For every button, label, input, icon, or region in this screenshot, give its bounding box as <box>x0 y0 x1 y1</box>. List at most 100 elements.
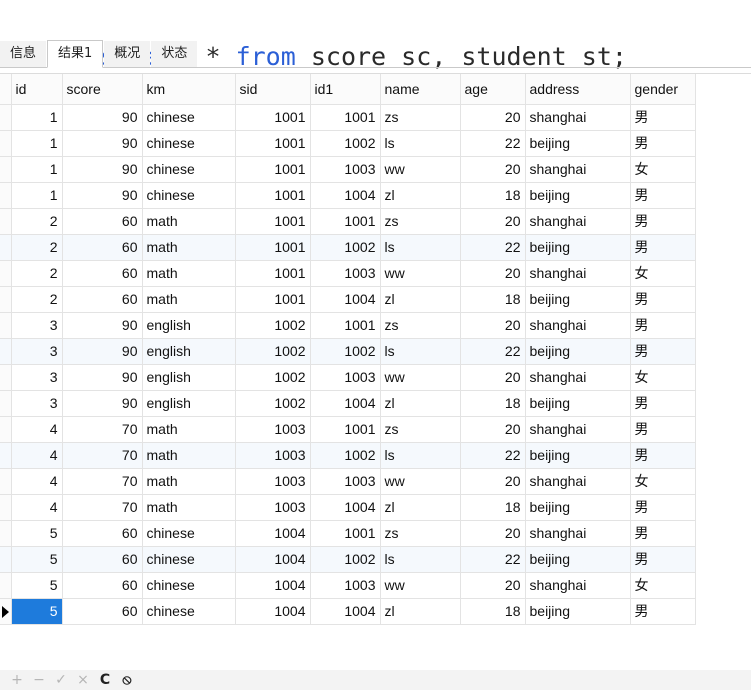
cell-km[interactable]: chinese <box>142 130 236 157</box>
cell-address[interactable]: beijing <box>525 286 631 313</box>
row-selector[interactable] <box>0 208 12 235</box>
cell-km[interactable]: math <box>142 260 236 287</box>
cell-name[interactable]: ww <box>380 260 461 287</box>
cell-id[interactable]: 1 <box>11 130 63 157</box>
stop-icon[interactable]: ⦸ <box>116 670 138 690</box>
cell-sid[interactable]: 1001 <box>235 286 311 313</box>
cell-address[interactable]: beijing <box>525 338 631 365</box>
result-grid[interactable]: id score km sid id1 name age address gender 1 90 c… <box>0 73 751 657</box>
cell-name[interactable]: zs <box>380 208 461 235</box>
cell-sid[interactable]: 1003 <box>235 468 311 495</box>
cell-name[interactable]: zs <box>380 520 461 547</box>
cell-km[interactable]: chinese <box>142 572 236 599</box>
cell-address[interactable]: shanghai <box>525 416 631 443</box>
cell-score[interactable]: 90 <box>62 312 143 339</box>
cell-id1[interactable]: 1002 <box>310 442 381 469</box>
row-selector[interactable] <box>0 390 12 417</box>
cell-id1[interactable]: 1001 <box>310 104 381 131</box>
cell-address[interactable]: shanghai <box>525 520 631 547</box>
cell-address[interactable]: shanghai <box>525 364 631 391</box>
row-selector[interactable] <box>0 364 12 391</box>
cell-age[interactable]: 18 <box>460 390 526 417</box>
table-row[interactable]: 3 90 english 1002 1001 zs 20 shanghai 男 <box>0 312 696 339</box>
column-header-score[interactable]: score <box>62 74 143 105</box>
cell-id1[interactable]: 1002 <box>310 546 381 573</box>
cell-name[interactable]: ww <box>380 364 461 391</box>
row-selector[interactable] <box>0 104 12 131</box>
cell-id[interactable]: 2 <box>11 234 63 261</box>
cell-sid[interactable]: 1002 <box>235 364 311 391</box>
cell-age[interactable]: 20 <box>460 572 526 599</box>
cell-id[interactable]: 2 <box>11 260 63 287</box>
cell-score[interactable]: 90 <box>62 130 143 157</box>
cell-name[interactable]: zs <box>380 416 461 443</box>
cell-score[interactable]: 70 <box>62 494 143 521</box>
cell-name[interactable]: zl <box>380 286 461 313</box>
cell-km[interactable]: math <box>142 494 236 521</box>
cell-gender[interactable]: 男 <box>630 286 696 313</box>
row-selector[interactable] <box>0 286 12 313</box>
cell-age[interactable]: 20 <box>460 520 526 547</box>
cell-id[interactable]: 5 <box>11 546 63 573</box>
cell-sid[interactable]: 1003 <box>235 442 311 469</box>
cell-id[interactable]: 4 <box>11 442 63 469</box>
table-row[interactable]: 5 60 chinese 1004 1001 zs 20 shanghai 男 <box>0 520 696 547</box>
cell-id[interactable]: 4 <box>11 468 63 495</box>
table-row[interactable]: 4 70 math 1003 1004 zl 18 beijing 男 <box>0 494 696 521</box>
cell-age[interactable]: 22 <box>460 130 526 157</box>
cell-gender[interactable]: 男 <box>630 520 696 547</box>
cell-id1[interactable]: 1002 <box>310 234 381 261</box>
refresh-icon[interactable]: C <box>94 670 116 690</box>
cell-name[interactable]: zl <box>380 182 461 209</box>
cell-id[interactable]: 3 <box>11 364 63 391</box>
cell-score[interactable]: 60 <box>62 598 143 625</box>
discard-icon[interactable]: × <box>72 670 94 690</box>
sql-editor-line[interactable]: 1select * from score sc, student st; <box>0 0 751 71</box>
table-row[interactable]: 4 70 math 1003 1001 zs 20 shanghai 男 <box>0 416 696 443</box>
cell-id1[interactable]: 1004 <box>310 182 381 209</box>
cell-age[interactable]: 20 <box>460 104 526 131</box>
table-row[interactable]: 1 90 chinese 1001 1003 ww 20 shanghai 女 <box>0 156 696 183</box>
cell-address[interactable]: shanghai <box>525 156 631 183</box>
cell-age[interactable]: 18 <box>460 598 526 625</box>
cell-sid[interactable]: 1004 <box>235 520 311 547</box>
row-selector[interactable] <box>0 572 12 599</box>
column-header-km[interactable]: km <box>142 74 236 105</box>
cell-score[interactable]: 60 <box>62 546 143 573</box>
cell-age[interactable]: 20 <box>460 208 526 235</box>
tab-3[interactable]: 状态 <box>151 41 198 67</box>
row-selector[interactable] <box>0 416 12 443</box>
cell-sid[interactable]: 1003 <box>235 494 311 521</box>
apply-icon[interactable]: ✓ <box>50 670 72 690</box>
tab-1[interactable]: 结果1 <box>47 40 104 68</box>
cell-id[interactable]: 2 <box>11 208 63 235</box>
cell-address[interactable]: beijing <box>525 234 631 261</box>
cell-sid[interactable]: 1001 <box>235 234 311 261</box>
cell-sid[interactable]: 1001 <box>235 208 311 235</box>
cell-name[interactable]: zl <box>380 390 461 417</box>
row-selector[interactable] <box>0 312 12 339</box>
cell-id[interactable]: 1 <box>11 104 63 131</box>
column-header-sid[interactable]: sid <box>235 74 311 105</box>
column-header-name[interactable]: name <box>380 74 461 105</box>
table-row[interactable]: 3 90 english 1002 1003 ww 20 shanghai 女 <box>0 364 696 391</box>
row-selector[interactable] <box>0 338 12 365</box>
cell-name[interactable]: ls <box>380 546 461 573</box>
cell-age[interactable]: 22 <box>460 338 526 365</box>
cell-name[interactable]: ls <box>380 234 461 261</box>
cell-sid[interactable]: 1001 <box>235 130 311 157</box>
cell-gender[interactable]: 男 <box>630 546 696 573</box>
row-selector[interactable] <box>0 520 12 547</box>
cell-sid[interactable]: 1003 <box>235 416 311 443</box>
row-selector[interactable] <box>0 182 12 209</box>
table-row[interactable]: 4 70 math 1003 1003 ww 20 shanghai 女 <box>0 468 696 495</box>
cell-gender[interactable]: 男 <box>630 390 696 417</box>
cell-name[interactable]: ls <box>380 338 461 365</box>
row-selector[interactable] <box>0 468 12 495</box>
cell-score[interactable]: 90 <box>62 364 143 391</box>
cell-km[interactable]: english <box>142 364 236 391</box>
cell-address[interactable]: beijing <box>525 182 631 209</box>
cell-age[interactable]: 18 <box>460 182 526 209</box>
cell-score[interactable]: 60 <box>62 234 143 261</box>
cell-id1[interactable]: 1004 <box>310 390 381 417</box>
